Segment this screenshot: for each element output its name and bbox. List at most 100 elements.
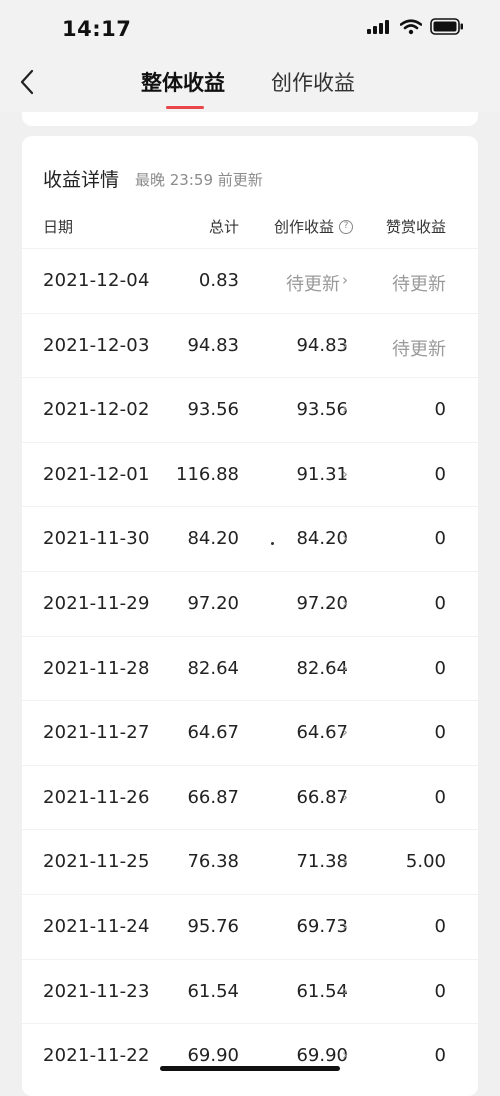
- table-row[interactable]: 2021-11-30 84.20 84.20 › 0: [22, 506, 478, 571]
- stray-dot: [271, 542, 274, 545]
- row-total: 82.64: [187, 657, 239, 679]
- row-tip: 待更新: [392, 274, 446, 295]
- update-note: 最晚 23:59 前更新: [135, 171, 263, 189]
- table-row[interactable]: 2021-11-27 64.67 64.67 › 0: [22, 700, 478, 765]
- row-total: 116.88: [176, 463, 239, 485]
- chevron-right-icon: ›: [342, 981, 348, 1000]
- row-creation: 91.31: [296, 463, 348, 485]
- chevron-right-icon: ›: [342, 593, 348, 612]
- row-date: 2021-12-01: [43, 463, 150, 485]
- row-creation: 69.73: [296, 915, 348, 937]
- row-date: 2021-11-25: [43, 851, 150, 873]
- chevron-right-icon: ›: [342, 787, 348, 806]
- row-total: 66.87: [187, 786, 239, 808]
- row-creation: 71.38: [296, 851, 348, 873]
- row-creation: 待更新: [286, 274, 340, 295]
- row-creation: 93.56: [296, 399, 348, 421]
- header-tip: 赞赏收益: [385, 218, 446, 236]
- row-tip: 0: [434, 980, 446, 1002]
- header-creation: 创作收益 ?: [274, 216, 354, 237]
- row-creation: 97.20: [296, 592, 348, 614]
- chevron-right-icon: ›: [342, 1046, 348, 1065]
- table-row[interactable]: 2021-11-24 95.76 69.73 › 0: [22, 893, 478, 959]
- home-indicator[interactable]: [160, 1066, 340, 1071]
- row-creation: 84.20: [296, 528, 348, 550]
- row-tip: 0: [434, 915, 446, 937]
- row-total: 84.20: [187, 528, 239, 550]
- row-tip: 0: [434, 722, 446, 744]
- row-tip: 待更新: [392, 338, 446, 360]
- header-total: 总计: [208, 218, 239, 236]
- summary-card-edge: [22, 112, 478, 126]
- row-tip: 0: [434, 528, 446, 550]
- header-date: 日期: [43, 218, 74, 236]
- row-tip: 0: [434, 786, 446, 808]
- row-date: 2021-12-04: [43, 270, 150, 291]
- row-total: 76.38: [187, 851, 239, 873]
- row-date: 2021-11-30: [43, 528, 150, 550]
- table-row[interactable]: 2021-12-01 116.88 91.31 › 0: [22, 441, 478, 507]
- row-total: 61.54: [187, 980, 239, 1002]
- row-creation: 64.67: [296, 722, 348, 744]
- status-bar: 14:17: [0, 0, 500, 58]
- row-total: 95.76: [187, 915, 239, 937]
- battery-icon: [430, 18, 463, 35]
- row-creation: 61.54: [296, 980, 348, 1002]
- row-tip: 5.00: [405, 851, 446, 873]
- table-row[interactable]: 2021-12-03 94.83 94.83 › 待更新: [22, 312, 478, 378]
- question-circle-icon[interactable]: ?: [339, 219, 354, 234]
- wifi-icon: [400, 18, 422, 34]
- row-date: 2021-11-22: [43, 1045, 150, 1067]
- header-creation-label: 创作收益: [274, 218, 335, 236]
- earnings-table: 2021-12-04 0.83 待更新 › 待更新 2021-12-03 94.…: [22, 248, 478, 1088]
- table-row[interactable]: 2021-11-28 82.64 82.64 › 0: [22, 635, 478, 701]
- row-creation: 82.64: [296, 657, 348, 679]
- table-row[interactable]: 2021-11-26 66.87 66.87 › 0: [22, 764, 478, 830]
- status-time: 14:17: [62, 17, 132, 41]
- active-tab-indicator: [166, 106, 204, 109]
- row-tip: 0: [434, 1045, 446, 1067]
- chevron-right-icon: ›: [342, 271, 348, 289]
- chevron-right-icon: ›: [342, 400, 348, 419]
- row-date: 2021-11-27: [43, 722, 150, 744]
- top-navigation: 整体收益 创作收益: [0, 58, 500, 112]
- row-date: 2021-11-23: [43, 980, 150, 1002]
- chevron-right-icon: ›: [342, 916, 348, 935]
- row-creation: 69.90: [296, 1045, 348, 1067]
- row-total: 93.56: [187, 399, 239, 421]
- row-date: 2021-12-02: [43, 399, 150, 421]
- chevron-right-icon: ›: [342, 852, 348, 871]
- row-total: 64.67: [187, 722, 239, 744]
- row-creation: 94.83: [296, 334, 348, 356]
- status-icons: [366, 18, 464, 35]
- row-tip: 0: [434, 463, 446, 485]
- table-row[interactable]: 2021-11-22 69.90 69.90 › 0: [22, 1023, 478, 1088]
- table-row[interactable]: 2021-12-04 0.83 待更新 › 待更新: [22, 248, 478, 313]
- chevron-left-icon: [20, 69, 34, 95]
- signal-icon: [367, 19, 389, 34]
- row-date: 2021-11-29: [43, 592, 150, 614]
- card-title: 收益详情: [43, 169, 120, 191]
- chevron-right-icon: ›: [342, 529, 348, 548]
- row-date: 2021-12-03: [43, 334, 150, 356]
- table-row[interactable]: 2021-11-23 61.54 61.54 › 0: [22, 958, 478, 1024]
- row-date: 2021-11-26: [43, 786, 150, 808]
- row-date: 2021-11-24: [43, 915, 150, 937]
- row-tip: 0: [434, 399, 446, 421]
- table-row[interactable]: 2021-12-02 93.56 93.56 › 0: [22, 377, 478, 442]
- row-creation: 66.87: [296, 786, 348, 808]
- row-total: 94.83: [187, 334, 239, 356]
- tab-creation-earnings[interactable]: 创作收益: [271, 67, 355, 97]
- chevron-right-icon: ›: [342, 464, 348, 483]
- table-header: 日期 总计 创作收益 ? 赞赏收益: [22, 213, 478, 241]
- row-total: 0.83: [198, 270, 239, 291]
- table-row[interactable]: 2021-11-25 76.38 71.38 › 5.00: [22, 829, 478, 894]
- chevron-right-icon: ›: [342, 335, 348, 354]
- tab-overall-earnings[interactable]: 整体收益: [141, 67, 225, 97]
- back-button[interactable]: [12, 66, 42, 98]
- chevron-right-icon: ›: [342, 658, 348, 677]
- row-tip: 0: [434, 657, 446, 679]
- chevron-right-icon: ›: [342, 723, 348, 742]
- table-row[interactable]: 2021-11-29 97.20 97.20 › 0: [22, 570, 478, 636]
- row-total: 97.20: [187, 592, 239, 614]
